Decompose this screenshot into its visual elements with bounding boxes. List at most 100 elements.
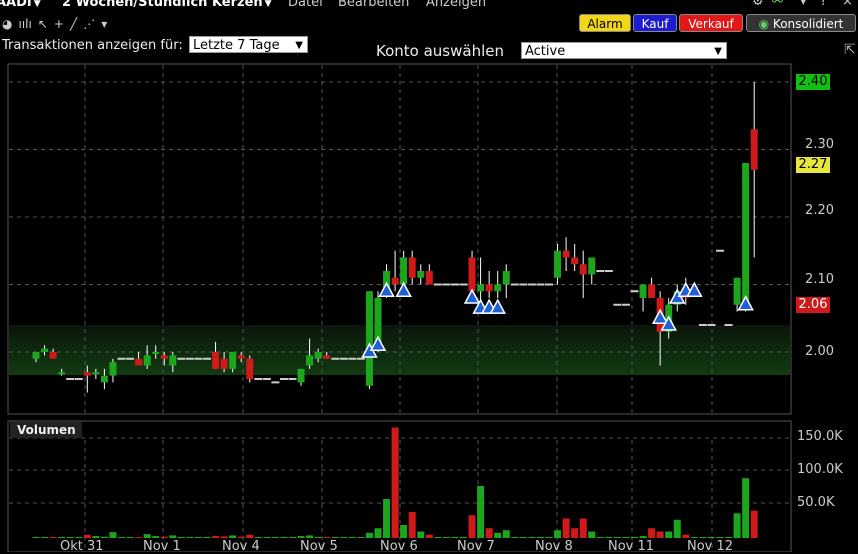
volume-bar — [639, 536, 647, 538]
candle-body — [109, 362, 117, 376]
y-tick-label: 2.20 — [805, 203, 834, 218]
volume-bar — [622, 537, 630, 538]
candle-body — [152, 352, 160, 354]
candle-body — [83, 372, 91, 376]
candle-body — [212, 352, 220, 369]
transactions-label: Transaktionen anzeigen für: — [2, 38, 183, 53]
settings-icon[interactable]: ◕ — [2, 17, 12, 31]
volume-bar — [391, 427, 399, 538]
volume-bar — [58, 537, 66, 538]
menu-datei[interactable]: Datei — [288, 0, 323, 10]
candle-body — [571, 257, 579, 265]
candle-body — [408, 257, 416, 278]
volume-bar — [109, 532, 117, 538]
account-select[interactable]: Active ▼ — [521, 42, 727, 59]
volume-bar — [451, 537, 459, 538]
volume-bar — [246, 534, 254, 538]
candle-body — [648, 284, 656, 298]
gear-icon[interactable]: ⚙ — [752, 0, 764, 9]
draw-line-icon[interactable]: ╱ — [70, 17, 77, 31]
chevron-down-icon[interactable]: ▾ — [800, 0, 807, 9]
volume-bar — [605, 537, 613, 538]
transactions-period-select[interactable]: Letzte 7 Tage ▼ — [189, 36, 308, 53]
volume-tick-label: 150.0K — [797, 429, 843, 444]
crosshair-icon[interactable]: + — [54, 17, 64, 31]
candle-body — [391, 277, 399, 285]
verkauf-button[interactable]: Verkauf — [679, 14, 743, 32]
candle-body — [588, 257, 596, 275]
volume-bar — [263, 537, 271, 538]
volume-bar — [143, 534, 151, 538]
volume-bar — [699, 537, 707, 538]
volume-bar — [357, 537, 365, 538]
candle-body — [562, 250, 570, 258]
volume-bar — [665, 531, 673, 538]
chevron-down-icon: ▼ — [714, 46, 722, 57]
refresh-icon: ◉ — [758, 17, 773, 31]
symbol-dropdown[interactable]: AADI ▼ — [0, 0, 41, 10]
volume-bar — [100, 536, 108, 538]
volume-bar — [49, 537, 57, 538]
candle-body — [477, 284, 485, 292]
bar-chart-icon[interactable]: ıılı — [18, 17, 31, 31]
volume-bar — [41, 537, 49, 538]
volume-bar — [519, 537, 527, 538]
volume-bar — [528, 537, 536, 538]
link-icon[interactable]: ⚯ — [772, 0, 783, 9]
candle-body — [100, 375, 108, 383]
account-value: Active — [525, 44, 566, 59]
volume-bar — [417, 531, 425, 538]
collapse-icon[interactable]: ⇱ — [844, 42, 856, 58]
volume-bar — [554, 530, 562, 538]
volume-bar — [177, 537, 185, 538]
volume-bar — [579, 518, 587, 538]
candle-body — [494, 284, 502, 292]
kauf-button[interactable]: Kauf — [633, 14, 677, 32]
volume-bar — [485, 528, 493, 538]
volume-bar — [374, 528, 382, 538]
alarm-button[interactable]: Alarm — [579, 14, 631, 32]
last-price-tag: 2.27 — [796, 157, 830, 173]
volume-bar — [648, 528, 656, 538]
candle-body — [742, 163, 750, 305]
volume-bar — [562, 518, 570, 538]
volume-bar — [511, 537, 519, 538]
volume-bar — [297, 536, 305, 538]
volume-bar — [229, 535, 237, 538]
volume-bar — [289, 537, 296, 538]
volume-bar — [442, 537, 450, 538]
candle-body — [400, 257, 408, 285]
volume-title: Volumen — [10, 422, 82, 438]
close-icon[interactable]: × — [842, 0, 853, 9]
volume-bar — [742, 478, 750, 538]
menu-anzeigen[interactable]: Anzeigen — [426, 0, 486, 10]
volume-bar — [494, 532, 502, 538]
volume-bar — [596, 537, 604, 538]
volume-bar — [32, 537, 40, 538]
chevron-down-icon: ▼ — [295, 40, 303, 51]
chevron-down-icon[interactable]: ▾ — [101, 17, 107, 31]
volume-bar — [237, 536, 245, 538]
volume-bar — [75, 537, 83, 538]
help-icon[interactable]: ? — [820, 0, 827, 9]
volume-bar — [690, 537, 698, 538]
candle-body — [160, 355, 168, 359]
konsolidiert-button[interactable]: ◉ Konsolidiert — [746, 14, 856, 32]
volume-bar — [477, 486, 485, 538]
menu-bearbeiten[interactable]: Bearbeiten — [338, 0, 409, 10]
candle-body — [135, 358, 143, 366]
candle-body — [237, 355, 245, 359]
volume-bar — [545, 537, 553, 538]
volume-bar — [725, 537, 733, 538]
candle-body — [92, 372, 100, 375]
period-dropdown[interactable]: 2 Wochen/Stündlich Kerzen ▼ — [62, 0, 272, 10]
candle-body — [468, 257, 476, 292]
cursor-icon[interactable]: ↖ — [38, 17, 48, 31]
volume-bar — [571, 528, 579, 538]
candle-body — [485, 284, 493, 292]
candle-body — [169, 355, 177, 366]
volume-bar — [314, 537, 322, 538]
volume-bar — [118, 537, 125, 538]
volume-bar — [408, 512, 416, 538]
fan-icon[interactable]: ⋰ — [83, 17, 95, 31]
